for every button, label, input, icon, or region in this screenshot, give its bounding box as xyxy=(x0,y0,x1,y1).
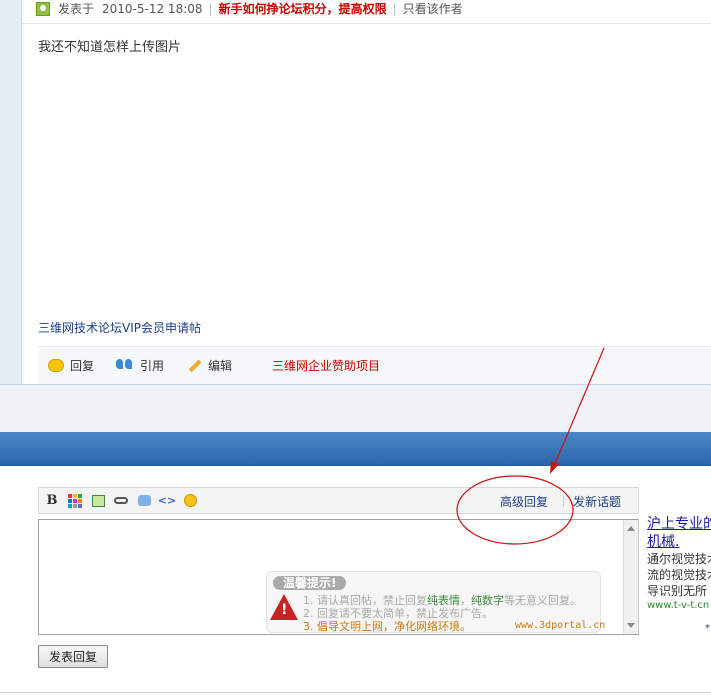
quote-icon xyxy=(116,358,134,373)
notice-link[interactable]: 新手如何挣论坛积分，提高权限 xyxy=(219,0,387,17)
ad-marker-icon: * xyxy=(705,623,710,634)
reply-icon xyxy=(48,359,64,372)
edit-label: 编辑 xyxy=(208,359,233,373)
bold-button[interactable]: B xyxy=(43,492,61,510)
edit-button[interactable]: 编辑 xyxy=(186,357,232,374)
submit-reply-button[interactable]: 发表回复 xyxy=(38,645,108,668)
warning-exclamation: ! xyxy=(281,602,288,618)
post-header: 发表于 2010-5-12 18:08 | 新手如何挣论坛积分，提高权限 | 只… xyxy=(22,0,711,24)
textarea-scrollbar[interactable] xyxy=(623,520,638,634)
ad-title-line-2[interactable]: 机械. xyxy=(647,533,711,551)
quote-button[interactable]: 引用 xyxy=(116,357,164,374)
tip-line-3: 3. 倡导文明上网，净化网络环境。 xyxy=(303,620,471,633)
ad-url[interactable]: www.t-v-t.cn xyxy=(647,599,711,613)
side-advertisement[interactable]: 沪上专业的 机械. 通尔视觉技术 流的视觉技术 导识别无所 www.t-v-t.… xyxy=(647,515,711,613)
pencil-icon xyxy=(186,358,202,374)
insert-link-button[interactable] xyxy=(112,492,130,510)
post-content: 我还不知道怎样上传图片 xyxy=(38,40,182,55)
new-topic-link[interactable]: 发新话题 xyxy=(573,493,621,510)
color-grid-icon xyxy=(68,493,82,508)
ad-text-line-2: 流的视觉技术 xyxy=(647,568,711,582)
editor-toolbar: B <> 高级回复 发新话题 xyxy=(38,487,639,514)
left-sidebar-strip xyxy=(0,0,22,384)
post-date: 2010-5-12 18:08 xyxy=(102,1,203,16)
toolbar-divider xyxy=(563,495,564,507)
smiley-icon xyxy=(183,494,197,507)
insert-image-button[interactable] xyxy=(89,492,107,510)
ad-title-line-1[interactable]: 沪上专业的 xyxy=(647,515,711,533)
ad-text-line-1: 通尔视觉技术 xyxy=(647,552,711,566)
tips-site-url: www.3dportal.cn xyxy=(515,620,606,631)
post-action-bar: 回复 引用 编辑 三维网企业赞助项目 xyxy=(38,346,711,384)
user-icon xyxy=(36,1,50,16)
advanced-reply-link[interactable]: 高级回复 xyxy=(500,493,548,510)
insert-code-button[interactable]: <> xyxy=(158,492,176,510)
chat-bubble-icon xyxy=(137,495,151,506)
sponsor-link[interactable]: 三维网企业赞助项目 xyxy=(272,357,380,374)
signature-link[interactable]: 三维网技术论坛VIP会员申请帖 xyxy=(38,319,201,336)
bottom-divider xyxy=(0,692,711,693)
only-author-link[interactable]: 只看该作者 xyxy=(403,0,463,17)
reply-button[interactable]: 回复 xyxy=(48,357,94,374)
tips-title: 温馨提示! xyxy=(273,576,347,590)
insert-smiley-button[interactable] xyxy=(181,492,199,510)
quick-reply-header-bar xyxy=(0,432,711,466)
scroll-down-arrow-icon[interactable] xyxy=(627,623,635,628)
scroll-up-arrow-icon[interactable] xyxy=(627,526,635,531)
posted-label: 发表于 xyxy=(58,2,95,16)
insert-quote-button[interactable] xyxy=(135,492,153,510)
reply-tips-box: 温馨提示! ! 1. 请认真回帖，禁止回复纯表情，纯数字等无意义回复。 2. 回… xyxy=(266,571,605,633)
header-divider: | xyxy=(208,1,213,16)
ad-text-line-3: 导识别无所 xyxy=(647,584,708,598)
quote-label: 引用 xyxy=(140,359,165,373)
header-divider: | xyxy=(392,1,397,16)
forum-page: 发表于 2010-5-12 18:08 | 新手如何挣论坛积分，提高权限 | 只… xyxy=(0,0,711,695)
image-icon xyxy=(91,494,105,507)
reply-label: 回复 xyxy=(70,359,95,373)
separator-band xyxy=(0,384,711,432)
font-color-button[interactable] xyxy=(66,492,84,510)
link-icon xyxy=(114,497,128,504)
